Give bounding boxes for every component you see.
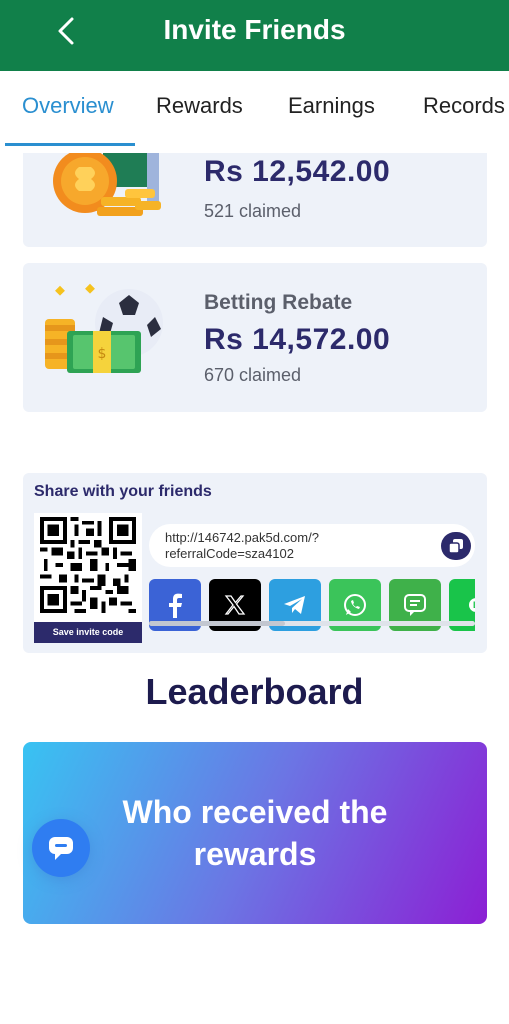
message-icon — [404, 594, 426, 616]
facebook-icon — [169, 593, 182, 618]
page-title: Invite Friends — [0, 14, 509, 46]
copy-link-button[interactable] — [441, 532, 471, 560]
page-title-text: Invite Friends — [163, 14, 346, 45]
overview-content[interactable]: Rs 12,542.00 521 claimed $ Betting Rebat… — [0, 153, 509, 1024]
whatsapp-icon — [344, 594, 366, 616]
tab-overview[interactable]: Overview — [22, 93, 114, 119]
save-invite-code-button[interactable]: Save invite code — [34, 622, 142, 643]
chat-icon — [49, 837, 73, 860]
reward-amount: Rs 12,542.00 — [204, 155, 391, 188]
referral-link-line-1: http://146742.pak5d.com/? — [165, 530, 319, 545]
chat-support-button[interactable] — [32, 819, 90, 877]
reward-amount: Rs 14,572.00 — [204, 323, 391, 356]
tab-rewards[interactable]: Rewards — [156, 93, 243, 119]
social-scrollbar-thumb[interactable] — [149, 621, 285, 626]
app-header: Invite Friends — [0, 0, 509, 71]
qr-code-icon — [40, 517, 136, 613]
reward-card: Rs 12,542.00 521 claimed — [23, 153, 487, 247]
tab-records[interactable]: Records — [423, 93, 505, 119]
invite-friends-page: Invite Friends Overview Rewards Earnings… — [0, 0, 509, 1024]
gold-coins-icon — [53, 153, 161, 216]
line-icon: LI — [469, 598, 475, 612]
telegram-icon — [284, 596, 305, 614]
reward-claimed-count: 670 claimed — [204, 365, 302, 385]
football-cash-icon: $ — [45, 283, 163, 373]
referral-link-field[interactable]: http://146742.pak5d.com/? referralCode=s… — [149, 524, 475, 567]
betting-rebate-card: $ Betting Rebate Rs 14,572.00 670 claime… — [23, 263, 487, 412]
leaderboard-title: Leaderboard — [145, 671, 364, 712]
tab-bar: Overview Rewards Earnings Records — [0, 71, 509, 153]
leaderboard-banner[interactable]: Who received the rewards — [23, 742, 487, 924]
referral-link-text: http://146742.pak5d.com/? referralCode=s… — [165, 530, 415, 562]
tab-earnings[interactable]: Earnings — [288, 93, 375, 119]
leaderboard-banner-text: Who received the rewards — [122, 794, 388, 872]
x-icon — [224, 595, 246, 615]
social-scrollbar[interactable] — [149, 621, 475, 626]
share-card: Share with your friends Save invite code… — [23, 473, 487, 653]
copy-icon — [448, 539, 463, 554]
reward-title: Betting Rebate — [204, 291, 353, 314]
referral-link-line-2: referralCode=sza4102 — [165, 546, 294, 561]
svg-text:$: $ — [98, 346, 107, 362]
share-title: Share with your friends — [34, 483, 212, 500]
active-tab-indicator — [5, 143, 135, 146]
qr-code-panel: Save invite code — [34, 513, 142, 643]
reward-claimed-count: 521 claimed — [204, 201, 302, 221]
